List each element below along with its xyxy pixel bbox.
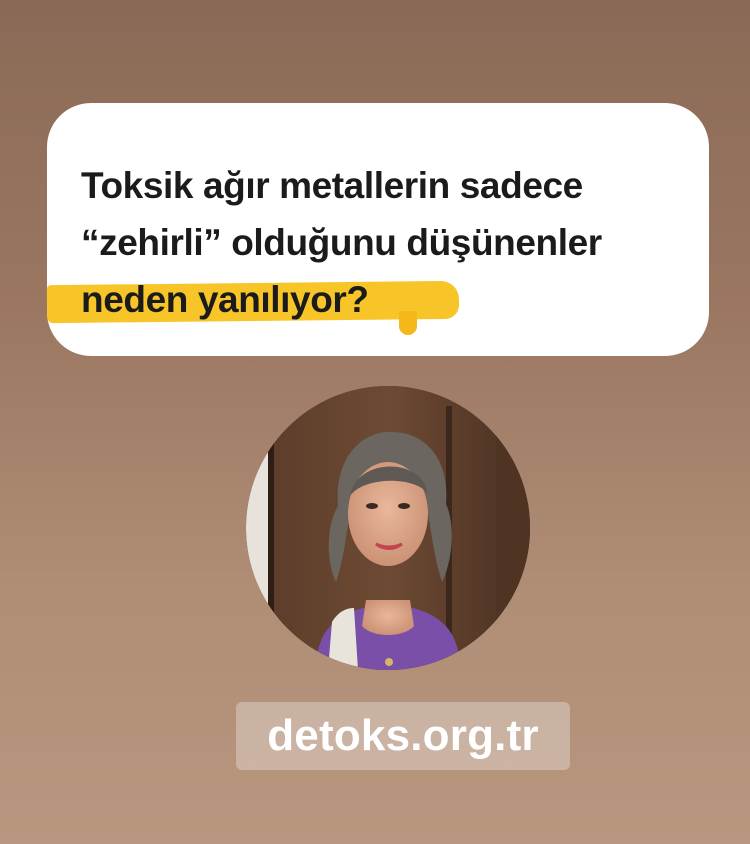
question-line-2: “zehirli” olduğunu düşünenler — [81, 222, 602, 263]
website-label[interactable]: detoks.org.tr — [236, 702, 570, 770]
question-line-3-wrapper: neden yanılıyor? — [46, 271, 691, 335]
marker-drip — [399, 311, 417, 335]
question-line-3: neden yanılıyor? — [81, 279, 369, 320]
profile-photo — [246, 386, 530, 670]
question-card: Toksik ağır metallerin sadece “zehirli” … — [46, 103, 709, 356]
portrait-illustration — [246, 386, 530, 670]
question-line-1: Toksik ağır metallerin sadece — [81, 165, 583, 206]
question-text: Toksik ağır metallerin sadece “zehirli” … — [46, 157, 691, 335]
